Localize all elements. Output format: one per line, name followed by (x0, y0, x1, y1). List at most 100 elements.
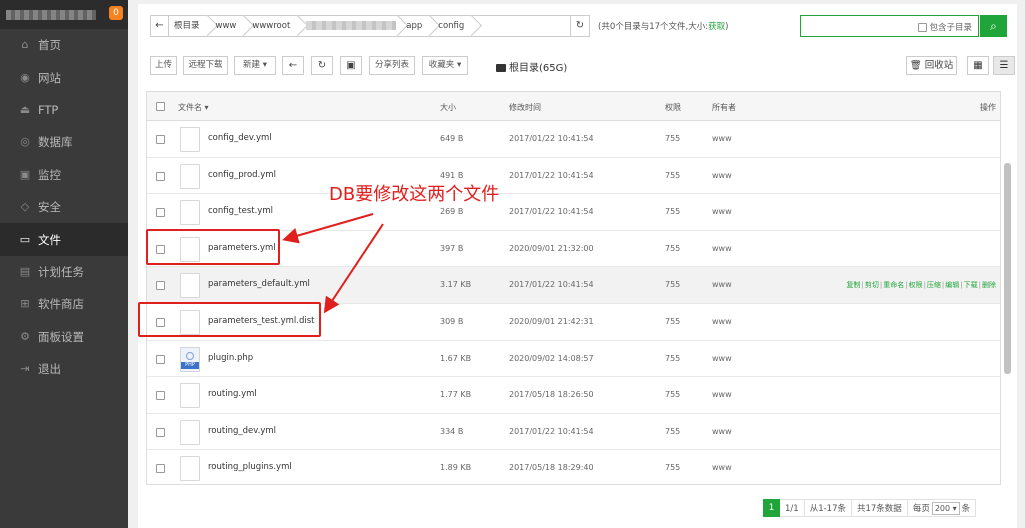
row-checkbox[interactable] (156, 464, 165, 474)
back-button[interactable]: ← (151, 16, 169, 36)
file-permission[interactable]: 755 (665, 427, 680, 436)
grid-view-button[interactable]: ▦ (967, 56, 989, 75)
per-page-selector[interactable]: 每页 200 ▾ 条 (907, 499, 977, 517)
table-row[interactable]: config_dev.yml 649 B 2017/01/22 10:41:54 75… (147, 121, 1000, 158)
refresh-path-button[interactable]: ↻ (570, 15, 590, 37)
sidebar-item-7[interactable]: ▤ 计划任务 (0, 256, 128, 288)
file-permission[interactable]: 755 (665, 390, 680, 399)
op-link[interactable]: 剪切 (865, 281, 879, 289)
file-name[interactable]: plugin.php (208, 353, 253, 363)
file-permission[interactable]: 755 (665, 463, 680, 472)
table-row[interactable]: PHP plugin.php 1.67 KB 2020/09/02 14:08:57 7… (147, 340, 1000, 378)
get-size-link[interactable]: 获取 (708, 22, 725, 32)
op-link[interactable]: 下载 (964, 281, 978, 289)
sidebar-item-5[interactable]: ◇ 安全 (0, 191, 128, 223)
row-checkbox[interactable] (156, 354, 165, 364)
new-dropdown-button[interactable]: 新建 ▾ (234, 56, 276, 75)
sidebar-item-8[interactable]: ⊞ 软件商店 (0, 288, 128, 320)
remote-download-button[interactable]: 远程下载 (183, 56, 228, 75)
col-name[interactable]: 文件名 ▾ (178, 102, 209, 113)
arrow-left-icon: ← (288, 60, 298, 71)
upload-button[interactable]: 上传 (150, 56, 177, 75)
table-row[interactable]: parameters_default.yml 3.17 KB 2017/01/22 … (147, 267, 1000, 304)
page-1-button[interactable]: 1 (763, 499, 780, 517)
sidebar-item-2[interactable]: ⏏ FTP (0, 94, 128, 126)
breadcrumb-www[interactable]: www (211, 16, 248, 36)
col-mtime[interactable]: 修改时间 (509, 102, 541, 113)
breadcrumb-app[interactable]: app (401, 16, 433, 36)
row-checkbox[interactable] (156, 208, 165, 218)
sidebar-item-6[interactable]: ▭ 文件 (0, 223, 128, 256)
table-row[interactable]: routing_dev.yml 334 B 2017/01/22 10:41:54 7… (147, 413, 1000, 451)
sidebar-item-label: 面板设置 (38, 329, 84, 344)
file-permission[interactable]: 755 (665, 280, 680, 289)
terminal-button[interactable]: ▣ (340, 56, 362, 75)
breadcrumb-wwwroot[interactable]: wwwroot (247, 16, 301, 36)
file-permission[interactable]: 755 (665, 317, 680, 326)
file-name[interactable]: routing_dev.yml (208, 426, 276, 436)
file-name[interactable]: parameters_default.yml (208, 279, 310, 289)
col-owner[interactable]: 所有者 (712, 102, 736, 113)
root-dir-label[interactable]: 根目录(65G) (496, 59, 567, 74)
file-permission[interactable]: 755 (665, 244, 680, 253)
table-row[interactable]: config_test.yml 269 B 2017/01/22 10:41:54 7… (147, 194, 1000, 231)
sidebar-item-9[interactable]: ⚙ 面板设置 (0, 321, 128, 353)
file-name[interactable]: routing_plugins.yml (208, 462, 292, 472)
table-row[interactable]: routing.yml 1.77 KB 2017/05/18 18:26:50 755… (147, 377, 1000, 414)
back-button[interactable]: ← (282, 56, 304, 75)
breadcrumb-config[interactable]: config (433, 16, 475, 36)
col-permission[interactable]: 权限 (665, 102, 681, 113)
search-input[interactable]: 包含子目录 (800, 15, 979, 37)
op-link[interactable]: 重命名 (883, 281, 904, 289)
row-checkbox[interactable] (156, 281, 165, 291)
table-row[interactable]: routing_plugins.yml 1.89 KB 2017/05/18 18:… (147, 450, 1000, 484)
file-name[interactable]: config_dev.yml (208, 133, 272, 143)
file-permission[interactable]: 755 (665, 354, 680, 363)
checkbox[interactable] (918, 22, 928, 32)
sidebar-item-0[interactable]: ⌂ 首页 (0, 29, 128, 61)
breadcrumb-site-blurred[interactable] (301, 16, 401, 36)
sidebar-item-1[interactable]: ◉ 网站 (0, 61, 128, 93)
col-size[interactable]: 大小 (440, 102, 456, 113)
op-link[interactable]: 删除 (982, 281, 996, 289)
row-checkbox[interactable] (156, 427, 165, 437)
file-name[interactable]: config_prod.yml (208, 170, 276, 180)
refresh-button[interactable]: ↻ (311, 56, 333, 75)
search-button[interactable]: ⌕ (980, 15, 1007, 37)
row-checkbox[interactable] (156, 171, 165, 181)
recycle-bin-button[interactable]: 🗑 回收站 (906, 56, 957, 75)
grid-view-icon: ▦ (973, 60, 983, 71)
share-list-button[interactable]: 分享列表 (369, 56, 415, 75)
file-permission[interactable]: 755 (665, 171, 680, 180)
file-name[interactable]: routing.yml (208, 389, 257, 399)
sidebar-item-label: 数据库 (38, 135, 73, 150)
file-name[interactable]: config_test.yml (208, 206, 273, 216)
sidebar-item-10[interactable]: ⇥ 退出 (0, 353, 128, 385)
breadcrumb-root[interactable]: 根目录 (169, 16, 211, 36)
row-checkbox[interactable] (156, 135, 165, 144)
per-page-select[interactable]: 200 ▾ (931, 502, 960, 515)
globe-icon: ◉ (20, 70, 30, 84)
sidebar-item-4[interactable]: ▣ 监控 (0, 159, 128, 191)
row-checkbox[interactable] (156, 391, 165, 401)
list-view-button[interactable]: ☰ (993, 56, 1015, 75)
select-all-checkbox[interactable] (156, 102, 165, 111)
sidebar-item-3[interactable]: ◎ 数据库 (0, 126, 128, 158)
table-scrollbar[interactable] (1004, 163, 1011, 374)
op-link[interactable]: 复制 (846, 281, 860, 289)
op-link[interactable]: 压缩 (927, 281, 941, 289)
file-permission[interactable]: 755 (665, 207, 680, 216)
favorites-dropdown-button[interactable]: 收藏夹 ▾ (422, 56, 468, 75)
include-subdir-checkbox[interactable]: 包含子目录 (918, 21, 972, 33)
sidebar-item-label: 计划任务 (38, 264, 84, 279)
file-owner: www (712, 243, 732, 253)
file-permission[interactable]: 755 (665, 134, 680, 143)
sidebar-header: 0 (0, 0, 128, 29)
table-row[interactable]: config_prod.yml 491 B 2017/01/22 10:41:54 7… (147, 157, 1000, 195)
sidebar-item-label: 安全 (38, 200, 61, 215)
op-link[interactable]: 编辑 (945, 281, 959, 289)
notification-badge[interactable]: 0 (109, 6, 123, 20)
shield-icon: ◇ (20, 200, 30, 214)
op-link[interactable]: 权限 (909, 281, 923, 289)
sidebar-item-label: FTP (38, 102, 59, 117)
